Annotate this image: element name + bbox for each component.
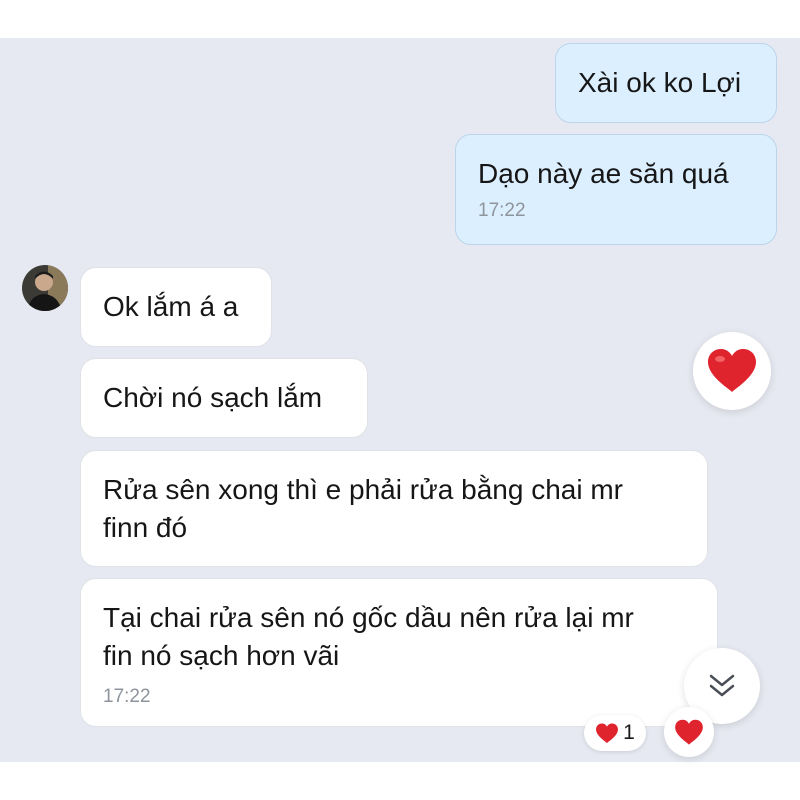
double-chevron-down-icon	[709, 674, 735, 697]
message-bubble-outgoing[interactable]: Xài ok ko Lợi	[555, 43, 777, 123]
avatar[interactable]	[22, 265, 68, 311]
heart-react-button[interactable]	[664, 707, 714, 757]
message-text-line: fin nó sạch hơn vãi	[103, 640, 340, 671]
red-heart-icon	[708, 349, 756, 392]
message-text-line: Tại chai rửa sên nó gốc dầu nên rửa lại …	[103, 602, 634, 633]
chat-area: Xài ok ko Lợi Dạo này ae săn quá 17:22 O…	[0, 38, 800, 762]
message-bubble-incoming[interactable]: Rửa sên xong thì e phải rửa bằng chai mr…	[80, 450, 708, 567]
message-text: Chời nó sạch lắm	[103, 382, 323, 413]
reaction-badge[interactable]: 1	[584, 715, 646, 751]
message-bubble-incoming[interactable]: Ok lắm á a	[80, 267, 272, 347]
message-timestamp: 17:22	[103, 686, 151, 707]
quick-react-button[interactable]	[693, 332, 771, 410]
message-bubble-incoming[interactable]: Chời nó sạch lắm	[80, 358, 368, 438]
red-heart-icon	[596, 722, 619, 743]
reaction-count: 1	[623, 721, 635, 744]
message-timestamp: 17:22	[478, 200, 526, 221]
message-text: Dạo này ae săn quá	[478, 158, 729, 189]
red-heart-icon	[675, 719, 703, 745]
message-bubble-incoming[interactable]: Tại chai rửa sên nó gốc dầu nên rửa lại …	[80, 578, 718, 727]
message-text-line: finn đó	[103, 512, 188, 543]
message-bubble-outgoing[interactable]: Dạo này ae săn quá 17:22	[455, 134, 777, 245]
message-text: Ok lắm á a	[103, 291, 239, 322]
message-text-line: Rửa sên xong thì e phải rửa bằng chai mr	[103, 474, 623, 505]
message-text: Xài ok ko Lợi	[578, 67, 742, 98]
